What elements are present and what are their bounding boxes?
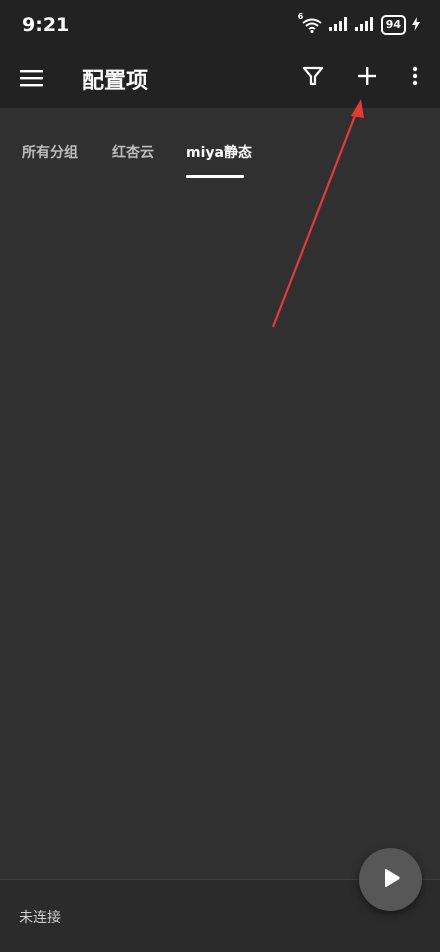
more-vert-icon [411, 65, 419, 91]
signal-icon [354, 16, 375, 35]
tab-all-groups[interactable]: 所有分组 [22, 142, 78, 162]
screen: 9:21 6 94 配置项 所有分组 红杏云 miya静态 未连接 [0, 0, 440, 952]
connect-fab-button[interactable] [359, 848, 422, 911]
menu-button[interactable] [20, 66, 44, 90]
play-icon [380, 867, 402, 893]
status-time: 9:21 [22, 14, 70, 36]
tab-hongxingyun[interactable]: 红杏云 [112, 142, 154, 162]
add-button[interactable] [353, 64, 381, 92]
group-tabs: 所有分组 红杏云 miya静态 [0, 108, 440, 180]
status-bar: 9:21 6 94 [0, 0, 440, 50]
filter-button[interactable] [299, 64, 327, 92]
wifi-icon: 6 [298, 12, 323, 33]
battery-icon: 94 [380, 15, 406, 35]
status-icons: 6 94 [298, 12, 420, 35]
page-title: 配置项 [82, 69, 149, 94]
filter-icon [302, 65, 324, 91]
charging-icon [412, 16, 420, 35]
tab-miya-static[interactable]: miya静态 [186, 142, 252, 162]
menu-icon [20, 70, 44, 94]
connection-status: 未连接 [19, 910, 61, 926]
app-bar: 配置项 [0, 50, 440, 108]
wifi-badge: 6 [297, 12, 304, 21]
tab-selected-indicator [186, 175, 244, 178]
top-app-area: 9:21 6 94 配置项 [0, 0, 440, 108]
more-options-button[interactable] [401, 64, 429, 92]
add-icon [356, 65, 378, 91]
profile-list [0, 180, 440, 880]
signal-icon [328, 16, 349, 35]
